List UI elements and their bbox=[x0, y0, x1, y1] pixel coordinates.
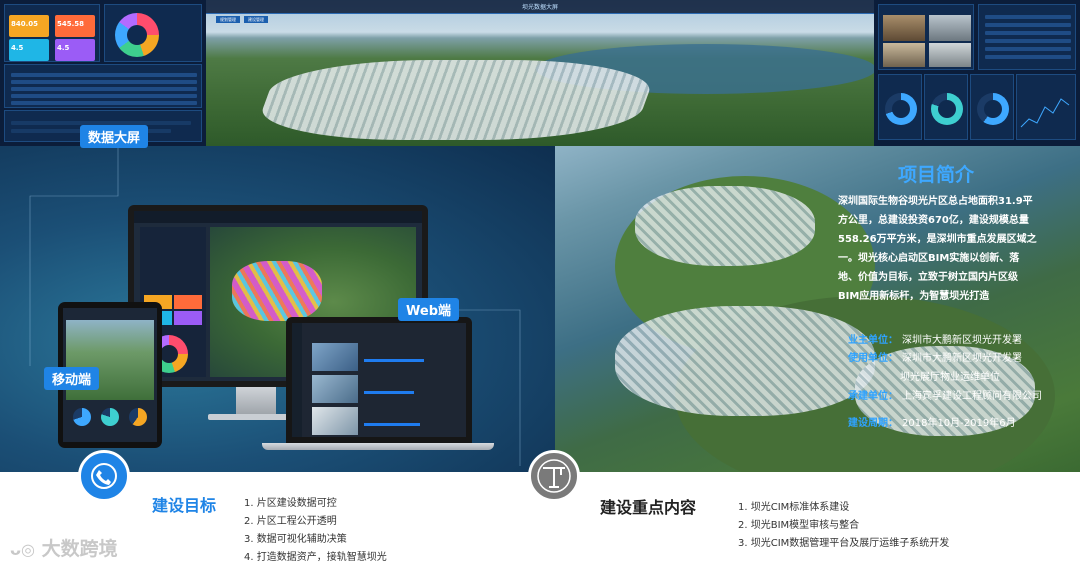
user-value-2: 坝光展厅物业运维单位 bbox=[900, 372, 1000, 383]
goals-title: 建设目标 bbox=[152, 496, 217, 515]
period-row: 建设周期： 2018年10月-2019年6月 bbox=[848, 417, 1016, 431]
goal-item: 4. 打造数据资产，接轨智慧坝光 bbox=[244, 552, 387, 563]
donut-panel bbox=[970, 74, 1014, 140]
mini-line-chart bbox=[1020, 98, 1070, 128]
phone-icon bbox=[78, 450, 130, 502]
goal-item: 3. 数据可视化辅助决策 bbox=[244, 534, 347, 545]
logo-icon: ᴗ◎ bbox=[10, 540, 35, 559]
watermark: ᴗ◎ 大数跨境 bbox=[10, 534, 118, 561]
dashboard-title-bar: 坝光数据大屏 bbox=[206, 0, 874, 14]
dashboard-screenshot: 840.05 545.58 4.5 4.5 坝光数据大屏 规划管理 建设管理 bbox=[0, 0, 1080, 146]
city-3d-view[interactable] bbox=[206, 0, 874, 146]
camera-thumb[interactable] bbox=[929, 15, 971, 41]
key-item: 3. 坝光CIM数据管理平台及展厅运维子系统开发 bbox=[738, 538, 950, 549]
kpi-card: 4.5 bbox=[9, 39, 49, 61]
land-parcels bbox=[232, 261, 322, 321]
project-thumb[interactable] bbox=[312, 375, 358, 403]
kpi-card: 545.58 bbox=[55, 15, 95, 37]
user-key: 使用单位： bbox=[848, 353, 898, 364]
owner-row: 业主单位： 深圳市大鹏新区坝光开发署 bbox=[848, 334, 1022, 348]
intro-body: 深圳国际生物谷坝光片区总占地面积31.9平方公里，总建设投资670亿，建设规模总… bbox=[838, 196, 1037, 302]
project-thumb[interactable] bbox=[312, 343, 358, 371]
kpi-card: 4.5 bbox=[55, 39, 95, 61]
watermark-text: 大数跨境 bbox=[41, 538, 118, 560]
dashboard-label: 数据大屏 bbox=[80, 125, 149, 148]
bottom-section: 建设目标 1. 片区建设数据可控 2. 片区工程公开透明 3. 数据可视化辅助决… bbox=[0, 450, 1080, 568]
line-chart-panel bbox=[1016, 74, 1076, 140]
kpi-card: 840.05 bbox=[9, 15, 49, 37]
monitor-stand bbox=[236, 387, 276, 417]
owner-value: 深圳市大鹏新区坝光开发署 bbox=[902, 335, 1022, 346]
contractor-row: 承建单位： 上海宾孚建设工程顾问有限公司 bbox=[848, 390, 1042, 404]
camera-thumb[interactable] bbox=[883, 43, 925, 67]
donut-panel bbox=[924, 74, 968, 140]
table-panel bbox=[4, 64, 202, 108]
key-item: 1. 坝光CIM标准体系建设 bbox=[738, 502, 850, 513]
left-kpi-panel: 840.05 545.58 4.5 4.5 bbox=[4, 4, 100, 62]
contractor-value: 上海宾孚建设工程顾问有限公司 bbox=[902, 391, 1042, 402]
user-value: 深圳市大鹏新区坝光开发署 bbox=[902, 353, 1022, 364]
user-row-2: 坝光展厅物业运维单位 bbox=[900, 371, 1000, 385]
period-value: 2018年10月-2019年6月 bbox=[902, 418, 1016, 429]
web-client-screen[interactable] bbox=[292, 323, 466, 437]
key-content-title: 建设重点内容 bbox=[600, 498, 697, 517]
contractor-key: 承建单位： bbox=[848, 391, 898, 402]
period-key: 建设周期： bbox=[848, 418, 898, 429]
user-row: 使用单位： 深圳市大鹏新区坝光开发署 bbox=[848, 352, 1022, 366]
crane-icon bbox=[528, 450, 580, 502]
ring-chart-panel bbox=[104, 4, 202, 62]
tab-planning[interactable]: 规划管理 bbox=[216, 16, 240, 23]
laptop-base bbox=[262, 443, 494, 450]
camera-thumb[interactable] bbox=[883, 15, 925, 41]
owner-key: 业主单位： bbox=[848, 335, 898, 346]
mobile-label: 移动端 bbox=[44, 367, 100, 390]
dashboard-title: 坝光数据大屏 bbox=[521, 4, 558, 11]
key-item: 2. 坝光BIM模型审核与整合 bbox=[738, 520, 860, 531]
camera-panel bbox=[878, 4, 974, 70]
list-panel bbox=[978, 4, 1076, 70]
goal-item: 1. 片区建设数据可控 bbox=[244, 498, 337, 509]
project-thumb[interactable] bbox=[312, 407, 358, 435]
intro-title: 项目简介 bbox=[898, 164, 975, 186]
tab-construction[interactable]: 建设管理 bbox=[244, 16, 268, 23]
laptop-device bbox=[286, 317, 472, 443]
camera-thumb[interactable] bbox=[929, 43, 971, 67]
web-label: Web端 bbox=[398, 298, 459, 321]
donut-panel bbox=[878, 74, 922, 140]
goal-item: 2. 片区工程公开透明 bbox=[244, 516, 337, 527]
